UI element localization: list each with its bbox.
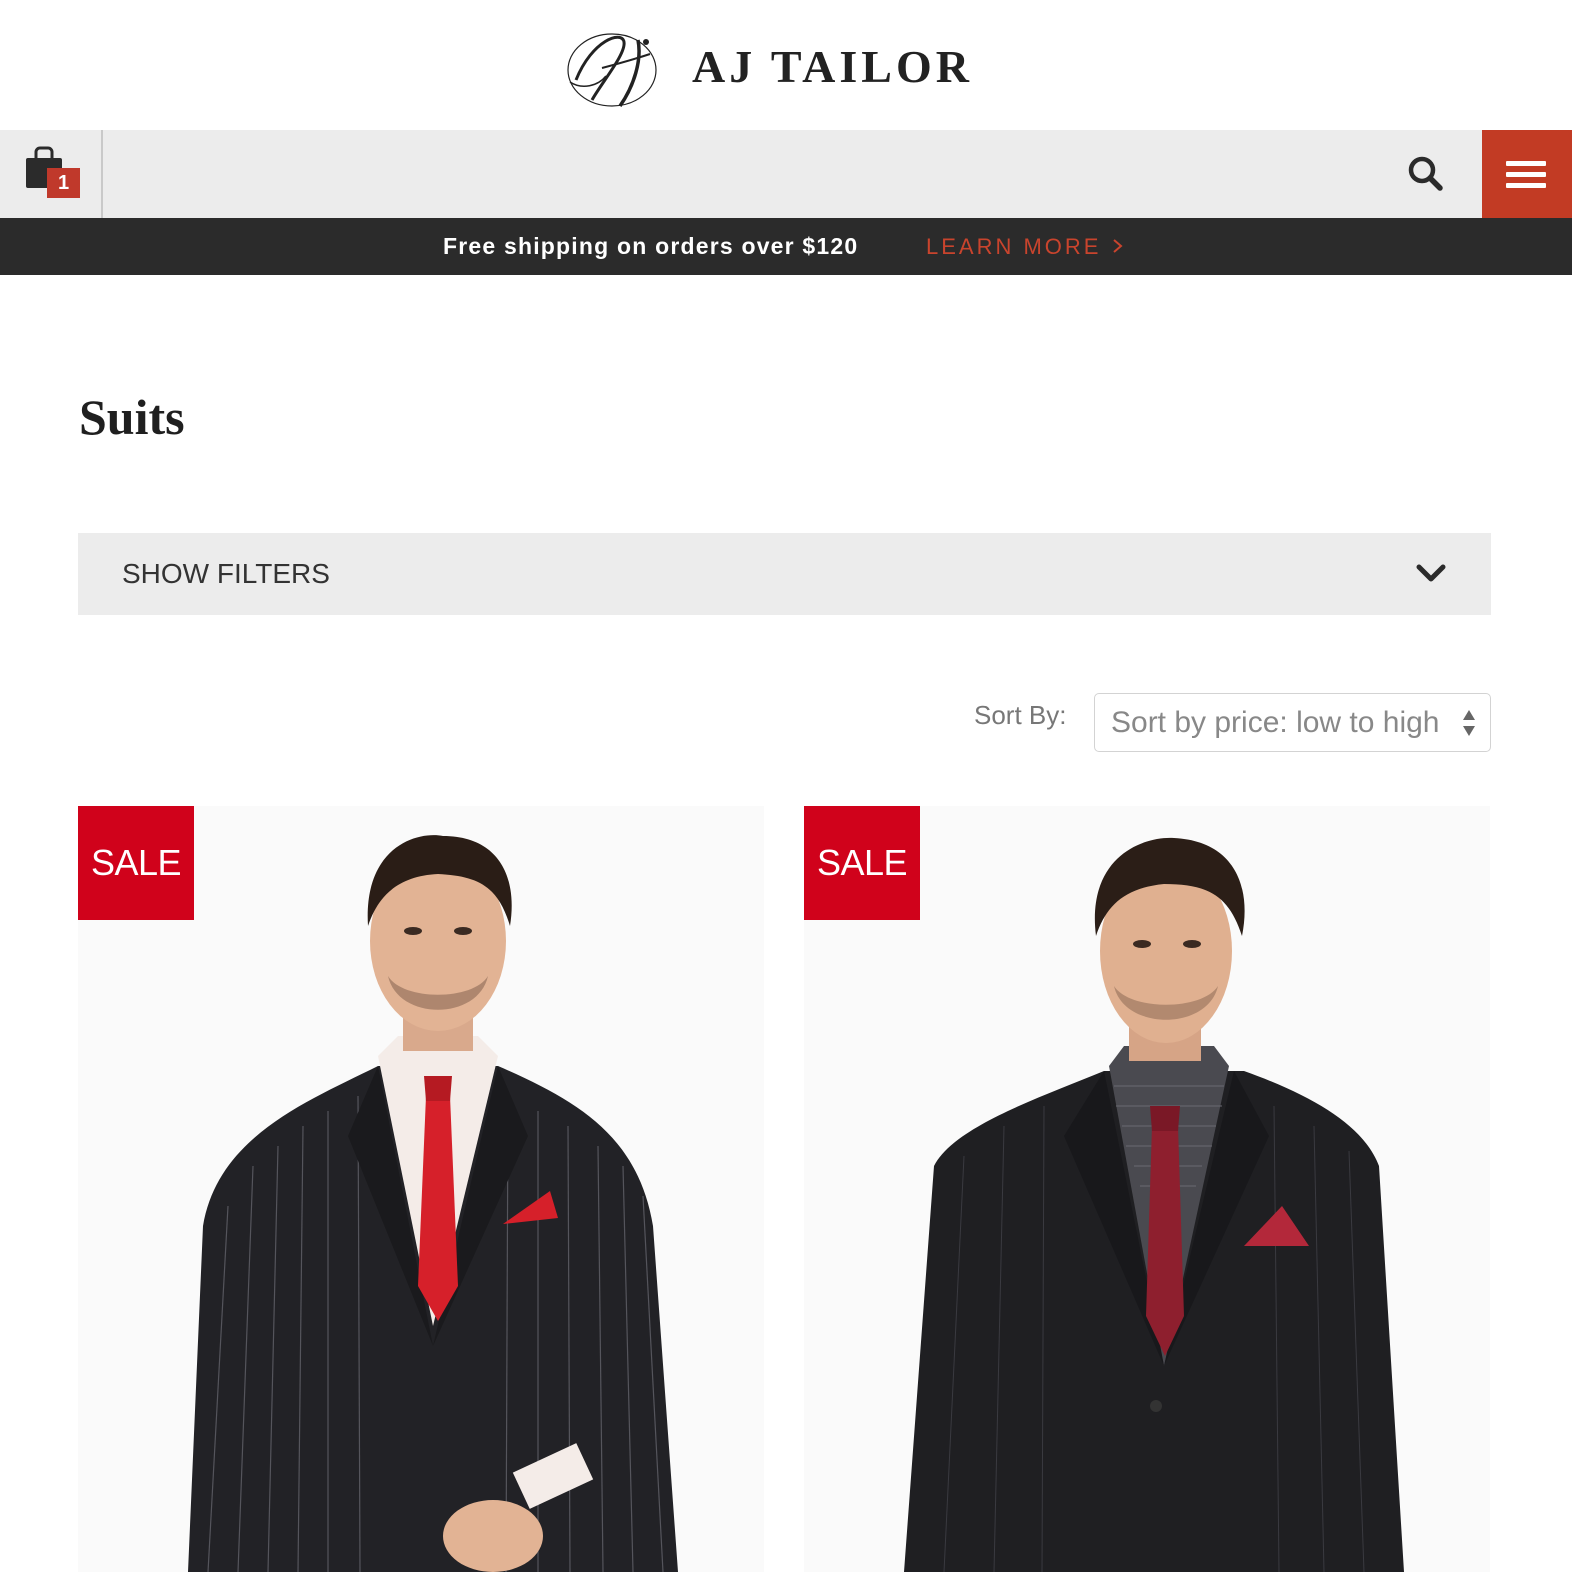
site-header: AJ TAILOR bbox=[0, 0, 1572, 130]
nav-bar: 1 bbox=[0, 130, 1572, 218]
sale-badge: SALE bbox=[804, 806, 920, 920]
product-card[interactable]: SALE bbox=[804, 806, 1490, 1572]
chevron-down-icon bbox=[1416, 564, 1446, 582]
cart-count-badge: 1 bbox=[47, 168, 80, 198]
menu-line bbox=[1506, 161, 1546, 166]
select-arrows-icon bbox=[1463, 710, 1475, 736]
show-filters-toggle[interactable]: SHOW FILTERS bbox=[78, 533, 1491, 615]
hamburger-menu-icon[interactable] bbox=[1482, 130, 1572, 218]
brand-name: AJ TAILOR bbox=[692, 40, 973, 92]
product-image[interactable] bbox=[804, 806, 1490, 1572]
sort-label: Sort By: bbox=[974, 700, 1067, 730]
product-card[interactable]: SALE bbox=[78, 806, 764, 1572]
menu-line bbox=[1506, 172, 1546, 177]
filters-label: SHOW FILTERS bbox=[122, 558, 330, 589]
product-image[interactable] bbox=[78, 806, 764, 1572]
search-icon[interactable] bbox=[1402, 150, 1450, 198]
promo-text: Free shipping on orders over $120 bbox=[443, 233, 859, 259]
sort-select[interactable]: Sort by price: low to high bbox=[1094, 693, 1491, 752]
learn-more-link[interactable]: LEARN MORE bbox=[926, 218, 1101, 275]
sale-badge: SALE bbox=[78, 806, 194, 920]
page-title: Suits bbox=[79, 389, 185, 445]
cart-button[interactable]: 1 bbox=[0, 130, 103, 218]
sort-selected-value: Sort by price: low to high bbox=[1111, 706, 1440, 739]
promo-banner: Free shipping on orders over $120 LEARN … bbox=[0, 218, 1572, 275]
brand-logo[interactable]: AJ TAILOR bbox=[562, 20, 973, 112]
monogram-logo-icon bbox=[567, 33, 657, 108]
menu-line bbox=[1506, 183, 1546, 188]
chevron-right-icon[interactable] bbox=[1110, 236, 1126, 256]
